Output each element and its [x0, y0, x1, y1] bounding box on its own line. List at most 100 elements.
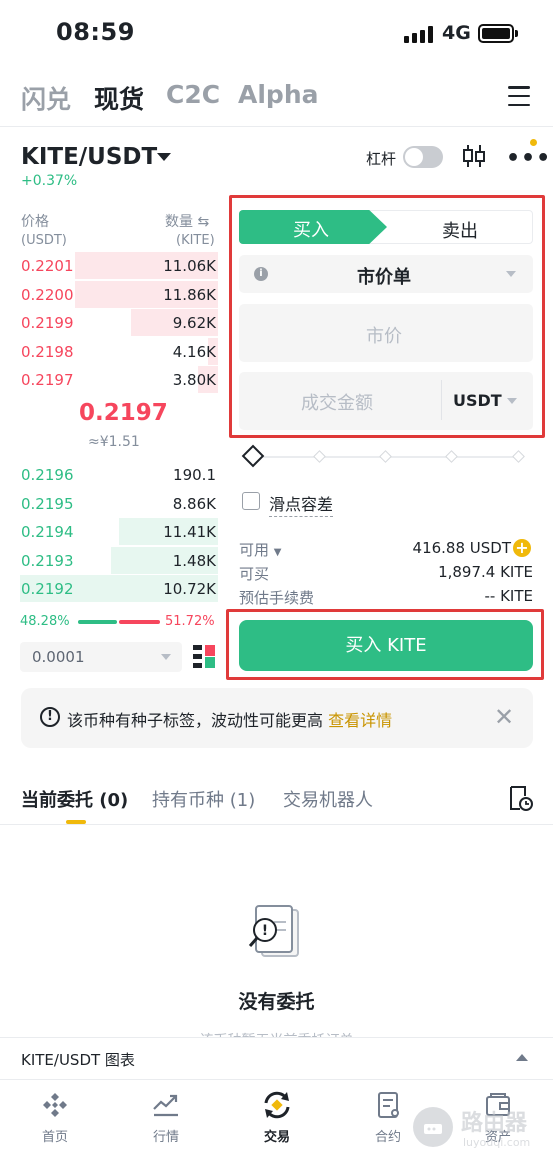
ask-row[interactable]: 0.2198 4.16K [20, 337, 218, 366]
tab-alpha[interactable]: Alpha [238, 80, 318, 109]
bid-price: 0.2193 [21, 551, 74, 570]
slider-handle[interactable] [241, 444, 265, 468]
qty-unit: (KITE) [176, 233, 215, 248]
bid-price: 0.2195 [21, 494, 74, 513]
bid-qty: 11.41K [163, 523, 216, 541]
signal-icon [404, 25, 433, 43]
ask-row[interactable]: 0.2200 11.86K [20, 280, 218, 309]
available-label[interactable]: 可用 ▼ [239, 539, 282, 560]
status-time: 08:59 [56, 18, 135, 46]
chevron-down-icon [506, 271, 516, 277]
ask-row[interactable]: 0.2199 9.62K [20, 309, 218, 337]
bid-row[interactable]: 0.2192 10.72K [20, 575, 218, 603]
trade-icon [242, 1088, 312, 1122]
ask-qty: 11.86K [163, 285, 216, 304]
info-icon[interactable]: i [254, 267, 268, 281]
bid-row[interactable]: 0.2196 190.1 [20, 461, 218, 489]
buyable-value: 1,897.4 KITE [438, 563, 533, 581]
tab-flash-swap[interactable]: 闪兑 [21, 80, 71, 116]
candlestick-icon[interactable] [462, 143, 486, 173]
ask-price: 0.2201 [21, 257, 74, 275]
fee-label: 预估手续费 [239, 589, 315, 607]
svg-text:路由器: 路由器 [461, 1110, 528, 1136]
chevron-down-icon [507, 398, 517, 404]
buy-button[interactable]: 买入 KITE [239, 620, 533, 671]
orderbook-layout-icon[interactable] [193, 645, 215, 669]
svg-text:luyouqi.com: luyouqi.com [463, 1136, 530, 1149]
price-header: 价格 [21, 214, 49, 230]
sell-ratio: 51.72% [165, 614, 215, 629]
pair-selector[interactable]: KITE/USDT [21, 144, 157, 170]
battery-icon [478, 24, 514, 43]
amount-unit-select[interactable]: USDT [453, 391, 502, 410]
buy-ratio: 48.28% [20, 614, 70, 629]
ask-price: 0.2199 [21, 314, 74, 332]
bid-price: 0.2196 [21, 466, 74, 484]
tab-holdings[interactable]: 持有币种 (1) [152, 786, 255, 812]
price-placeholder: 市价 [366, 326, 402, 347]
empty-orders-icon: ! [244, 902, 308, 970]
ask-price: 0.2198 [21, 342, 74, 361]
buyable-label: 可买 [239, 565, 270, 583]
last-price-cny: ≈¥1.51 [88, 434, 140, 450]
ask-qty: 4.16K [172, 342, 216, 361]
sell-ratio-bar [119, 620, 160, 624]
price-unit: (USDT) [21, 233, 67, 248]
available-value: 416.88 USDT [412, 539, 511, 557]
ask-qty: 9.62K [172, 314, 216, 332]
slippage-label[interactable]: 滑点容差 [269, 491, 334, 517]
precision-select[interactable]: 0.0001 [20, 642, 182, 672]
notice-link[interactable]: 查看详情 [328, 711, 392, 730]
notification-dot [530, 139, 537, 146]
chevron-up-icon [516, 1054, 528, 1061]
chart-toggle-bar[interactable]: KITE/USDT 图表 [0, 1037, 553, 1079]
buy-ratio-bar [78, 620, 117, 624]
more-icon[interactable]: ••• [506, 146, 551, 171]
ask-qty: 3.80K [172, 371, 216, 389]
bid-price: 0.2192 [21, 580, 74, 598]
home-icon [20, 1088, 90, 1122]
bid-row[interactable]: 0.2193 1.48K [20, 546, 218, 575]
bid-qty: 190.1 [173, 466, 216, 484]
leverage-label: 杠杆 [366, 150, 397, 168]
tab-buy[interactable]: 买入 [239, 210, 387, 244]
bid-price: 0.2194 [21, 523, 74, 541]
notice-text: 该币种有种子标签，波动性可能更高 查看详情 [67, 711, 393, 730]
menu-icon[interactable] [508, 86, 530, 106]
slippage-checkbox[interactable] [242, 492, 260, 510]
network-label: 4G [442, 22, 471, 44]
ask-row[interactable]: 0.2201 11.06K [20, 252, 218, 280]
close-icon[interactable]: ✕ [494, 703, 514, 731]
add-funds-icon[interactable]: + [513, 539, 531, 557]
nav-trade[interactable]: 交易 [242, 1088, 312, 1145]
nav-markets[interactable]: 行情 [131, 1088, 201, 1145]
markets-icon [131, 1088, 201, 1122]
tab-c2c[interactable]: C2C [166, 80, 220, 109]
qty-header: 数量 ⇆ [165, 214, 210, 230]
fee-value: -- KITE [484, 587, 534, 605]
price-change: +0.37% [21, 173, 78, 189]
tab-trading-bots[interactable]: 交易机器人 [283, 786, 373, 812]
bid-qty: 1.48K [172, 551, 216, 570]
ask-qty: 11.06K [163, 257, 216, 275]
order-history-icon[interactable] [508, 784, 534, 816]
amount-placeholder: 成交金额 [301, 393, 373, 414]
leverage-toggle[interactable] [403, 146, 443, 168]
nav-home[interactable]: 首页 [20, 1088, 90, 1145]
order-type-label: 市价单 [357, 267, 411, 288]
tab-open-orders[interactable]: 当前委托 (0) [21, 786, 128, 812]
bid-row[interactable]: 0.2195 8.86K [20, 490, 218, 518]
bid-qty: 10.72K [163, 580, 216, 598]
ask-row[interactable]: 0.2197 3.80K [20, 366, 218, 394]
empty-title: 没有委托 [238, 991, 315, 1013]
svg-text:!: ! [262, 923, 268, 939]
alert-icon: ! [40, 707, 60, 727]
last-price: 0.2197 [79, 400, 168, 426]
tab-spot[interactable]: 现货 [94, 80, 144, 116]
ask-price: 0.2197 [21, 371, 74, 389]
ask-price: 0.2200 [21, 285, 74, 304]
caret-down-icon[interactable] [157, 153, 171, 161]
watermark-logo: 路由器 luyouqi.com [411, 1102, 551, 1152]
bid-qty: 8.86K [172, 494, 216, 513]
bid-row[interactable]: 0.2194 11.41K [20, 518, 218, 546]
